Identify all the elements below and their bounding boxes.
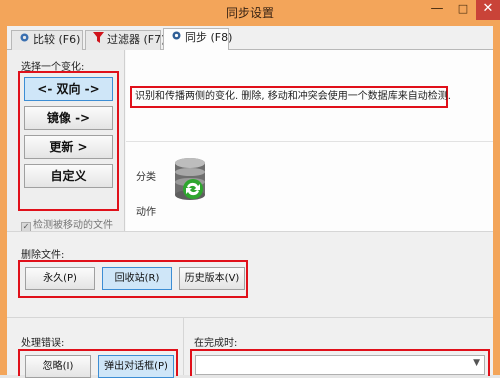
on-completion-select[interactable]: ▼ bbox=[195, 355, 485, 375]
maximize-button[interactable]: □ bbox=[450, 0, 476, 20]
tab-sync-label: 同步 (F8) bbox=[185, 31, 233, 44]
on-completion-highlight-box: ▼ bbox=[190, 349, 490, 376]
tab-compare[interactable]: 比较 (F6) bbox=[11, 30, 83, 50]
custom-button[interactable]: 自定义 bbox=[24, 164, 113, 188]
sync-panel: 选择一个变化: <- 双向 -> 镜像 -> 更新 > 自定义 ✓ 检测被移动的文… bbox=[7, 50, 493, 378]
recycle-bin-button[interactable]: 回收站(R) bbox=[102, 267, 172, 290]
tab-sync[interactable]: 同步 (F8) bbox=[163, 28, 233, 51]
gear-icon bbox=[170, 29, 182, 47]
dialog-body: 比较 (F6) 过滤器 (F7) 同步 (F8) 选择一个变化: <- 双向 -… bbox=[7, 26, 493, 378]
chevron-down-icon: ▼ bbox=[473, 358, 480, 368]
deletion-section: 删除文件: 永久(P) 回收站(R) 历史版本(V) bbox=[7, 231, 493, 317]
delete-permanent-button[interactable]: 永久(P) bbox=[25, 267, 95, 290]
error-highlight-box: 忽略(I) 弹出对话框(P) bbox=[18, 349, 178, 378]
tab-filter[interactable]: 过滤器 (F7) bbox=[85, 30, 165, 50]
mirror-button[interactable]: 镜像 -> bbox=[24, 106, 113, 130]
on-completion-label: 在完成时: bbox=[194, 338, 238, 349]
error-handling-section: 处理错误: 忽略(I) 弹出对话框(P) bbox=[7, 317, 183, 378]
details-column: 识别和传播两侧的变化. 删除, 移动和冲突会使用一个数据库来自动检测. 分类 动… bbox=[126, 50, 493, 231]
versioning-button[interactable]: 历史版本(V) bbox=[179, 267, 245, 290]
action-label: 动作 bbox=[136, 207, 156, 218]
deletion-highlight-box: 永久(P) 回收站(R) 历史版本(V) bbox=[18, 260, 248, 298]
on-completion-section: 在完成时: ▼ bbox=[183, 317, 493, 376]
sync-settings-window: 同步设置 — □ ✕ 比较 (F6) 过滤器 (F7) 同步 (F8) 选择一个… bbox=[0, 0, 500, 378]
title-bar[interactable]: 同步设置 — □ ✕ bbox=[0, 0, 500, 26]
tab-strip: 比较 (F6) 过滤器 (F7) 同步 (F8) bbox=[7, 26, 493, 51]
gear-icon bbox=[18, 31, 30, 49]
variant-highlight-box: <- 双向 -> 镜像 -> 更新 > 自定义 bbox=[18, 71, 119, 211]
minimize-button[interactable]: — bbox=[424, 0, 450, 20]
close-button[interactable]: ✕ bbox=[476, 0, 500, 20]
detect-moved-label: 检测被移动的文件 bbox=[33, 220, 113, 231]
description-text: 识别和传播两侧的变化. 删除, 移动和冲突会使用一个数据库来自动检测. bbox=[130, 86, 451, 108]
category-label: 分类 bbox=[136, 172, 156, 183]
error-handling-label: 处理错误: bbox=[21, 338, 65, 349]
tab-compare-label: 比较 (F6) bbox=[33, 33, 81, 46]
tab-filter-label: 过滤器 (F7) bbox=[107, 33, 166, 46]
deletion-label: 删除文件: bbox=[21, 250, 65, 261]
database-sync-icon bbox=[172, 156, 208, 204]
two-way-button[interactable]: <- 双向 -> bbox=[24, 77, 113, 101]
variant-column: 选择一个变化: <- 双向 -> 镜像 -> 更新 > 自定义 ✓ 检测被移动的文… bbox=[7, 50, 125, 232]
update-button[interactable]: 更新 > bbox=[24, 135, 113, 159]
filter-icon bbox=[92, 31, 104, 49]
detect-moved-checkbox[interactable]: ✓ 检测被移动的文件 bbox=[21, 216, 113, 232]
